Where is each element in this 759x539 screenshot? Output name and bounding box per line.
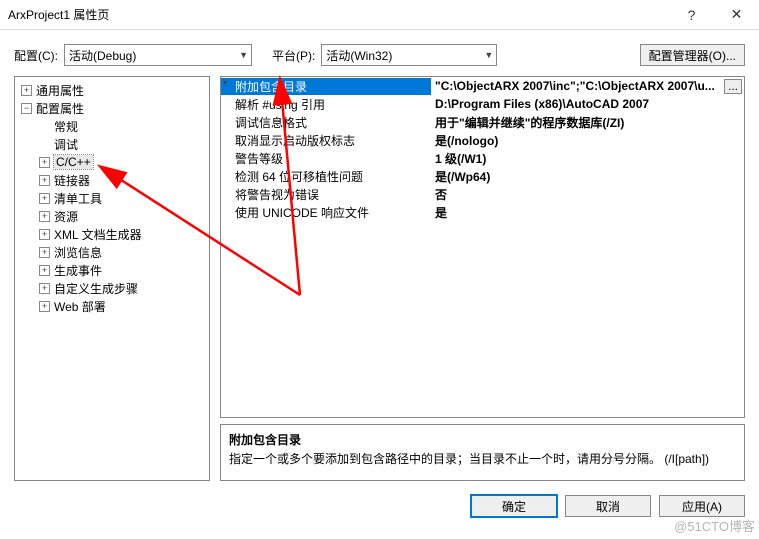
apply-button[interactable]: 应用(A)	[659, 495, 745, 517]
tree-item-label: 链接器	[54, 172, 90, 189]
cancel-button[interactable]: 取消	[565, 495, 651, 517]
property-grid[interactable]: 附加包含目录▾"C:\ObjectARX 2007\inc";"C:\Objec…	[220, 76, 745, 418]
collapse-icon[interactable]: −	[21, 103, 32, 114]
tree-item-label: 通用属性	[36, 82, 84, 99]
tree-item-label: 资源	[54, 208, 78, 225]
property-name: 附加包含目录▾	[221, 78, 431, 95]
platform-combo[interactable]: 活动(Win32) ▼	[321, 44, 497, 66]
tree-item-label: 生成事件	[54, 262, 102, 279]
property-row[interactable]: 检测 64 位可移植性问题是(/Wp64)	[221, 167, 744, 185]
category-tree[interactable]: + 通用属性−配置属性常规调试 + C/C++ + 链接器 + 清单工具 + 资源 + XML 文档生…	[14, 76, 210, 481]
property-value[interactable]: D:\Program Files (x86)\AutoCAD 2007	[431, 97, 744, 111]
property-value[interactable]: 是	[431, 204, 744, 221]
tree-indent	[39, 121, 50, 132]
expand-icon[interactable]: +	[21, 85, 32, 96]
expand-icon[interactable]: +	[39, 157, 50, 168]
tree-item[interactable]: 常规	[15, 117, 209, 135]
expand-icon[interactable]: +	[39, 193, 50, 204]
description-title: 附加包含目录	[229, 431, 736, 448]
property-row[interactable]: 调试信息格式用于"编辑并继续"的程序数据库(/ZI)	[221, 113, 744, 131]
property-row[interactable]: 附加包含目录▾"C:\ObjectARX 2007\inc";"C:\Objec…	[221, 77, 744, 95]
expand-icon[interactable]: +	[39, 211, 50, 222]
property-value[interactable]: 1 级(/W1)	[431, 150, 744, 167]
property-value[interactable]: 是(/nologo)	[431, 132, 744, 149]
property-name: 解析 #using 引用	[221, 96, 431, 113]
property-name: 使用 UNICODE 响应文件	[221, 204, 431, 221]
toolbar: 配置(C): 活动(Debug) ▼ 平台(P): 活动(Win32) ▼ 配置…	[0, 30, 759, 76]
property-value[interactable]: 用于"编辑并继续"的程序数据库(/ZI)	[431, 114, 744, 131]
config-value: 活动(Debug)	[69, 47, 136, 64]
property-row[interactable]: 取消显示启动版权标志是(/nologo)	[221, 131, 744, 149]
expand-icon[interactable]: +	[39, 247, 50, 258]
platform-label: 平台(P):	[272, 47, 315, 64]
chevron-down-icon: ▾	[223, 78, 227, 87]
main-area: + 通用属性−配置属性常规调试 + C/C++ + 链接器 + 清单工具 + 资源 + XML 文档生…	[0, 76, 759, 481]
tree-item-label: Web 部署	[54, 298, 106, 315]
description-panel: 附加包含目录 指定一个或多个要添加到包含路径中的目录；当目录不止一个时，请用分号…	[220, 424, 745, 481]
tree-item-label: 浏览信息	[54, 244, 102, 261]
expand-icon[interactable]: +	[39, 301, 50, 312]
help-button[interactable]: ?	[669, 0, 714, 29]
description-body: 指定一个或多个要添加到包含路径中的目录；当目录不止一个时，请用分号分隔。 (/I…	[229, 450, 736, 467]
tree-item[interactable]: + Web 部署	[15, 297, 209, 315]
tree-item[interactable]: 调试	[15, 135, 209, 153]
browse-button[interactable]: ...	[724, 79, 742, 94]
tree-item[interactable]: + 资源	[15, 207, 209, 225]
tree-item-label: 自定义生成步骤	[54, 280, 138, 297]
window-title: ArxProject1 属性页	[8, 6, 669, 23]
property-row[interactable]: 将警告视为错误否	[221, 185, 744, 203]
chevron-down-icon: ▼	[484, 50, 493, 60]
expand-icon[interactable]: +	[39, 229, 50, 240]
tree-indent	[39, 139, 50, 150]
tree-item[interactable]: −配置属性	[15, 99, 209, 117]
property-name: 调试信息格式	[221, 114, 431, 131]
tree-item[interactable]: + 通用属性	[15, 81, 209, 99]
footer: 确定 取消 应用(A)	[0, 481, 759, 517]
tree-item-label: 配置属性	[36, 100, 84, 117]
tree-item[interactable]: + 浏览信息	[15, 243, 209, 261]
tree-item[interactable]: + 自定义生成步骤	[15, 279, 209, 297]
expand-icon[interactable]: +	[39, 265, 50, 276]
config-combo[interactable]: 活动(Debug) ▼	[64, 44, 252, 66]
property-row[interactable]: 警告等级1 级(/W1)	[221, 149, 744, 167]
tree-item-label: C/C++	[54, 155, 93, 169]
chevron-down-icon: ▼	[239, 50, 248, 60]
expand-icon[interactable]: +	[39, 175, 50, 186]
property-name: 警告等级	[221, 150, 431, 167]
close-button[interactable]: ✕	[714, 0, 759, 29]
watermark: @51CTO博客	[674, 516, 755, 535]
property-value[interactable]: 否	[431, 186, 744, 203]
tree-item-label: 常规	[54, 118, 78, 135]
property-row[interactable]: 解析 #using 引用D:\Program Files (x86)\AutoC…	[221, 95, 744, 113]
config-manager-button[interactable]: 配置管理器(O)...	[640, 44, 745, 66]
tree-item-label: 清单工具	[54, 190, 102, 207]
tree-item-label: XML 文档生成器	[54, 226, 142, 243]
tree-item[interactable]: + 链接器	[15, 171, 209, 189]
tree-item[interactable]: + XML 文档生成器	[15, 225, 209, 243]
property-name: 将警告视为错误	[221, 186, 431, 203]
titlebar: ArxProject1 属性页 ? ✕	[0, 0, 759, 30]
property-name: 检测 64 位可移植性问题	[221, 168, 431, 185]
tree-item[interactable]: + C/C++	[15, 153, 209, 171]
property-value[interactable]: 是(/Wp64)	[431, 168, 744, 185]
expand-icon[interactable]: +	[39, 283, 50, 294]
tree-item-label: 调试	[54, 136, 78, 153]
property-value[interactable]: "C:\ObjectARX 2007\inc";"C:\ObjectARX 20…	[431, 79, 744, 94]
ok-button[interactable]: 确定	[471, 495, 557, 517]
platform-value: 活动(Win32)	[326, 47, 392, 64]
tree-item[interactable]: + 清单工具	[15, 189, 209, 207]
config-label: 配置(C):	[14, 47, 58, 64]
tree-item[interactable]: + 生成事件	[15, 261, 209, 279]
property-row[interactable]: 使用 UNICODE 响应文件是	[221, 203, 744, 221]
property-name: 取消显示启动版权标志	[221, 132, 431, 149]
